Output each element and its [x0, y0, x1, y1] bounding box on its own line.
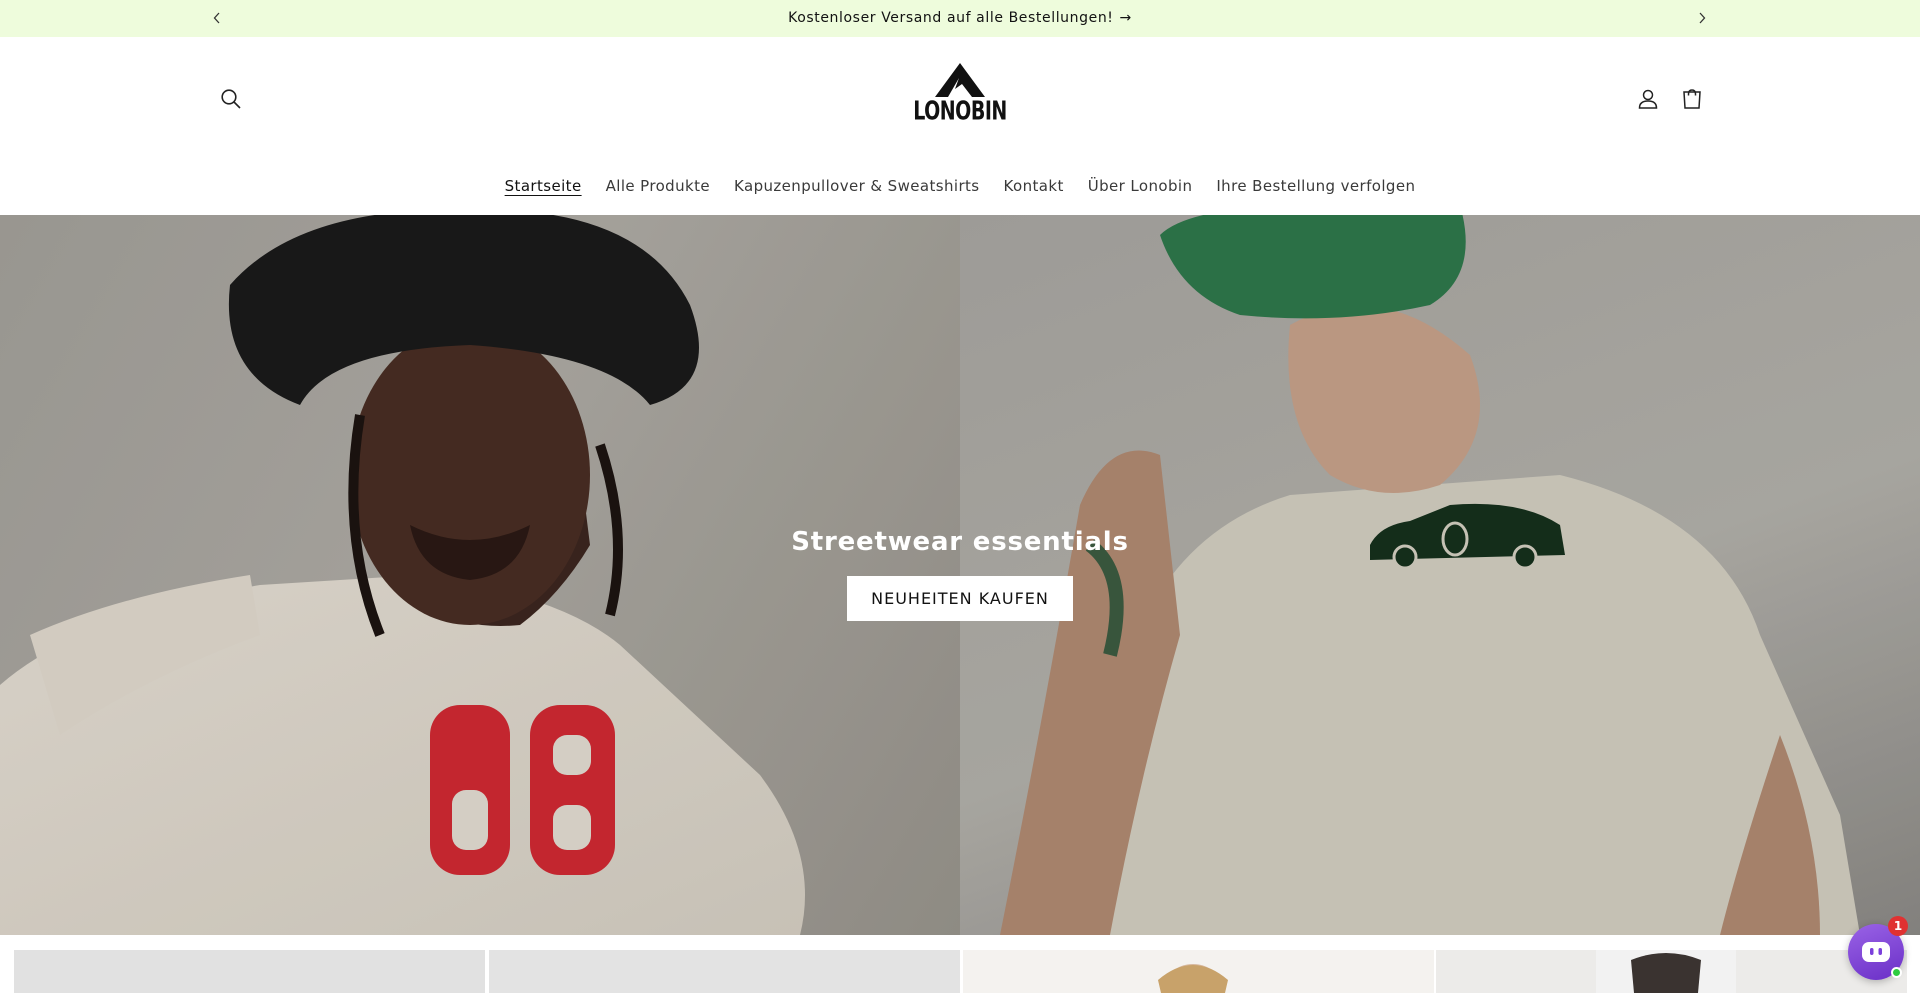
- shop-new-arrivals-button[interactable]: NEUHEITEN KAUFEN: [847, 576, 1073, 621]
- hero-title: Streetwear essentials: [791, 527, 1129, 557]
- nav-item-startseite[interactable]: Startseite: [493, 177, 594, 195]
- brand-logo[interactable]: LONOBIN: [913, 63, 1007, 133]
- hero-banner: Streetwear essentials NEUHEITEN KAUFEN: [0, 215, 1920, 935]
- announcement-link[interactable]: Kostenloser Versand auf alle Bestellunge…: [788, 10, 1132, 26]
- collection-tile[interactable]: [14, 950, 485, 993]
- collection-tile[interactable]: [1436, 950, 1907, 993]
- announcement-text: Kostenloser Versand auf alle Bestellunge…: [788, 10, 1114, 26]
- main-navigation: Startseite Alle Produkte Kapuzenpullover…: [0, 177, 1920, 195]
- announcement-bar: Kostenloser Versand auf alle Bestellunge…: [0, 0, 1920, 37]
- tile-photo-person: [1158, 964, 1228, 993]
- collection-tiles: [14, 950, 1907, 993]
- search-icon: [221, 89, 241, 109]
- account-icon: [1638, 89, 1658, 109]
- search-button[interactable]: [216, 84, 246, 114]
- hero-content: Streetwear essentials NEUHEITEN KAUFEN: [0, 527, 1920, 621]
- nav-item-alle-produkte[interactable]: Alle Produkte: [594, 177, 722, 195]
- chat-widget-button[interactable]: 1: [1848, 916, 1908, 980]
- cart-icon: [1683, 89, 1701, 109]
- nav-item-ueber-lonobin[interactable]: Über Lonobin: [1076, 177, 1205, 195]
- nav-item-kapuzenpullover[interactable]: Kapuzenpullover & Sweatshirts: [722, 177, 992, 195]
- announcement-message-wrapper: Kostenloser Versand auf alle Bestellunge…: [0, 10, 1920, 26]
- collection-tile[interactable]: [489, 950, 960, 993]
- chat-bot-icon: [1862, 942, 1890, 962]
- announcement-next-button[interactable]: [1690, 6, 1714, 30]
- tile-photo-hoodie: [1596, 950, 1736, 993]
- nav-item-kontakt[interactable]: Kontakt: [992, 177, 1076, 195]
- account-button[interactable]: [1633, 84, 1663, 114]
- mountain-logo-icon: [935, 63, 985, 97]
- online-status-dot: [1891, 967, 1902, 978]
- cart-button[interactable]: [1677, 84, 1707, 114]
- unread-badge: 1: [1888, 916, 1908, 936]
- collection-tile[interactable]: [963, 950, 1434, 993]
- site-header: LONOBIN Startseite Alle Produkte Kapuzen…: [0, 37, 1920, 215]
- arrow-right-icon: →: [1119, 10, 1132, 26]
- chevron-right-icon: [1699, 12, 1706, 24]
- nav-item-bestellung-verfolgen[interactable]: Ihre Bestellung verfolgen: [1204, 177, 1427, 195]
- logo-text: LONOBIN: [913, 96, 1007, 127]
